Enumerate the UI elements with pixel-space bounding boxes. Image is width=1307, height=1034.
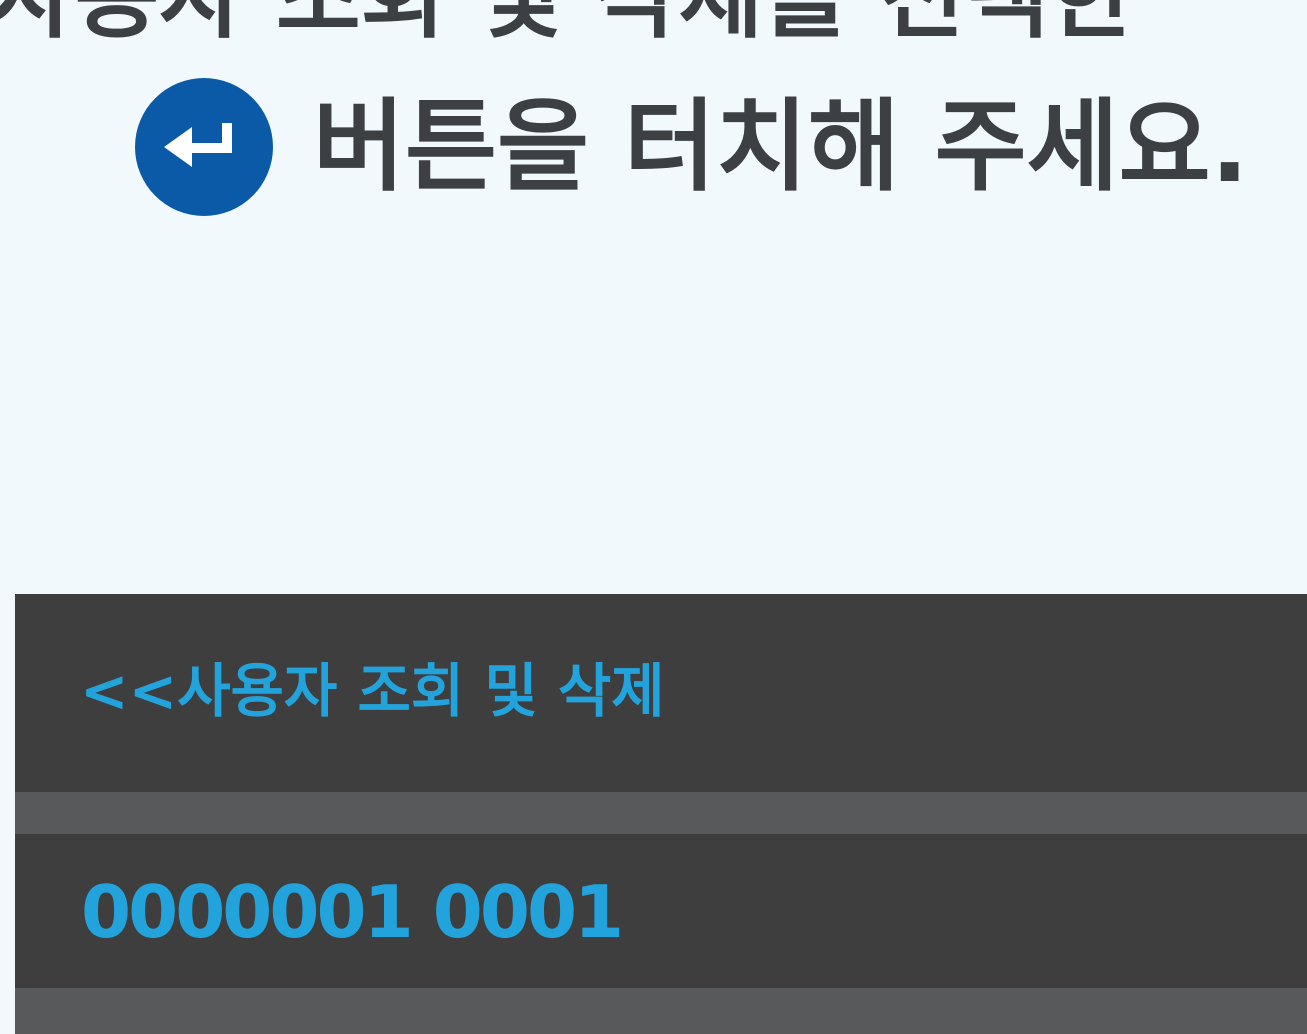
instruction-line-2-text: 버튼을 터치해 주세요. bbox=[313, 88, 1249, 205]
user-id-value: 0000001 0001 bbox=[81, 870, 624, 954]
panel-divider bbox=[15, 792, 1307, 834]
instruction-line-1: 사용자 조회 및 삭제를 선택한 bbox=[0, 0, 1134, 44]
panel-title: <<사용자 조회 및 삭제 bbox=[80, 657, 665, 725]
enter-return-icon bbox=[135, 78, 273, 216]
lcd-display-panel: <<사용자 조회 및 삭제 0000001 0001 bbox=[15, 594, 1307, 1034]
enter-arrow-glyph bbox=[164, 123, 232, 167]
instruction-line-2: 버튼을 터치해 주세요. bbox=[135, 78, 1249, 216]
panel-header: <<사용자 조회 및 삭제 bbox=[15, 594, 1307, 792]
panel-value-row: 0000001 0001 bbox=[15, 834, 1307, 988]
panel-divider-bottom bbox=[15, 988, 1307, 1034]
instruction-area: 사용자 조회 및 삭제를 선택한 버튼을 터치해 주세요. bbox=[0, 0, 1307, 560]
